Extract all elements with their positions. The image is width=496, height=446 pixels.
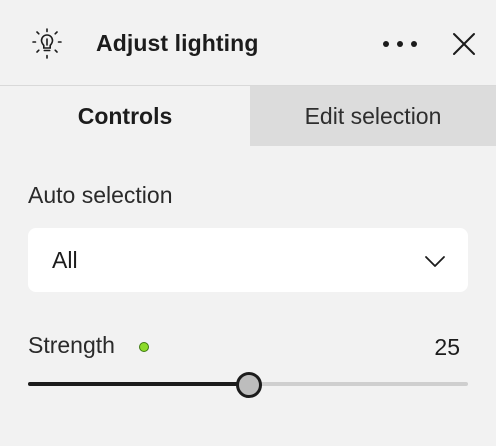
- status-dot: [139, 342, 149, 352]
- strength-value: 25: [434, 334, 460, 360]
- auto-selection-dropdown[interactable]: All: [28, 228, 468, 292]
- tab-bar: Controls Edit selection: [0, 86, 496, 146]
- panel-header: Adjust lighting: [0, 0, 496, 86]
- auto-selection-label: Auto selection: [28, 182, 173, 208]
- tab-edit-selection[interactable]: Edit selection: [250, 86, 496, 146]
- panel-title: Adjust lighting: [96, 30, 259, 56]
- more-horizontal-icon: [383, 41, 417, 47]
- slider-thumb[interactable]: [236, 372, 262, 398]
- close-icon[interactable]: [448, 28, 480, 60]
- slider-fill: [28, 382, 248, 386]
- adjust-lighting-panel: Adjust lighting Controls Edit selection …: [0, 0, 496, 446]
- more-options-button[interactable]: [378, 30, 422, 58]
- tab-controls[interactable]: Controls: [0, 86, 250, 146]
- strength-label: Strength: [28, 332, 115, 358]
- auto-selection-value: All: [52, 247, 78, 273]
- lighting-bulb-icon: [32, 28, 62, 59]
- strength-slider[interactable]: [28, 370, 468, 398]
- chevron-down-icon: [425, 256, 445, 267]
